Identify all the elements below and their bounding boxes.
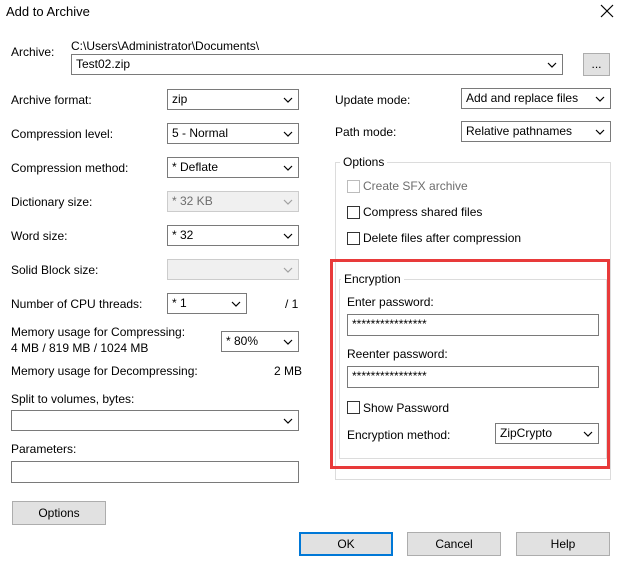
chevron-down-icon: [595, 129, 605, 135]
dictionary-size-select: * 32 KB: [167, 191, 299, 212]
chevron-down-icon: [283, 131, 293, 137]
chevron-down-icon: [283, 97, 293, 103]
options-button[interactable]: Options: [12, 501, 106, 525]
chevron-down-icon: [547, 62, 557, 68]
compress-shared-checkbox[interactable]: [347, 206, 360, 219]
update-mode-label: Update mode:: [335, 93, 411, 107]
options-group-title: Options: [340, 155, 388, 169]
close-icon: [600, 4, 614, 18]
cpu-threads-select[interactable]: * 1: [167, 293, 247, 314]
compression-method-select[interactable]: * Deflate: [167, 157, 299, 178]
delete-after-label[interactable]: Delete files after compression: [363, 231, 521, 245]
memory-compress-select[interactable]: * 80%: [221, 331, 299, 352]
split-volumes-combo[interactable]: [11, 410, 299, 431]
ok-button[interactable]: OK: [299, 532, 393, 556]
archive-path: C:\Users\Administrator\Documents\: [71, 39, 260, 53]
solid-block-size-label: Solid Block size:: [11, 263, 99, 277]
browse-button[interactable]: ...: [583, 53, 610, 76]
memory-decompress-label: Memory usage for Decompressing:: [11, 364, 198, 378]
chevron-down-icon: [283, 418, 293, 424]
compression-level-value: 5 - Normal: [172, 126, 229, 140]
memory-compress-values: 4 MB / 819 MB / 1024 MB: [11, 341, 149, 355]
parameters-input[interactable]: [11, 461, 299, 483]
create-sfx-checkbox: [347, 180, 360, 193]
archive-label: Archive:: [11, 45, 55, 59]
create-sfx-label: Create SFX archive: [363, 179, 468, 193]
archive-filename-value: Test02.zip: [76, 57, 131, 71]
cancel-button[interactable]: Cancel: [407, 532, 501, 556]
chevron-down-icon: [283, 165, 293, 171]
archive-format-label: Archive format:: [11, 93, 92, 107]
memory-decompress-value: 2 MB: [274, 364, 303, 378]
chevron-down-icon: [231, 301, 241, 307]
encryption-highlight-box: [330, 259, 610, 469]
cpu-threads-max: / 1: [285, 297, 299, 311]
delete-after-checkbox[interactable]: [347, 232, 360, 245]
path-mode-select[interactable]: Relative pathnames: [461, 121, 611, 142]
dictionary-size-value: * 32 KB: [172, 194, 213, 208]
chevron-down-icon: [283, 339, 293, 345]
word-size-select[interactable]: * 32: [167, 225, 299, 246]
help-button[interactable]: Help: [516, 532, 610, 556]
memory-compress-label: Memory usage for Compressing:: [11, 325, 186, 339]
word-size-label: Word size:: [11, 229, 68, 243]
chevron-down-icon: [283, 199, 293, 205]
cpu-threads-label: Number of CPU threads:: [11, 297, 143, 311]
compression-level-select[interactable]: 5 - Normal: [167, 123, 299, 144]
compression-method-value: * Deflate: [172, 160, 219, 174]
archive-filename-combo[interactable]: Test02.zip: [71, 54, 563, 75]
word-size-value: * 32: [172, 228, 194, 242]
compression-method-label: Compression method:: [11, 161, 129, 175]
chevron-down-icon: [595, 96, 605, 102]
dictionary-size-label: Dictionary size:: [11, 195, 93, 209]
split-volumes-label: Split to volumes, bytes:: [11, 392, 135, 406]
solid-block-size-select: [167, 259, 299, 280]
memory-compress-value: * 80%: [226, 334, 259, 348]
archive-format-select[interactable]: zip: [167, 89, 299, 110]
chevron-down-icon: [283, 233, 293, 239]
update-mode-select[interactable]: Add and replace files: [461, 88, 611, 109]
window-title: Add to Archive: [6, 4, 90, 19]
update-mode-value: Add and replace files: [466, 91, 579, 105]
chevron-down-icon: [283, 267, 293, 273]
close-button[interactable]: [598, 3, 616, 21]
archive-format-value: zip: [172, 92, 188, 106]
cpu-threads-value: * 1: [172, 296, 187, 310]
path-mode-label: Path mode:: [335, 125, 397, 139]
path-mode-value: Relative pathnames: [466, 124, 573, 138]
compression-level-label: Compression level:: [11, 127, 114, 141]
parameters-label: Parameters:: [11, 442, 77, 456]
compress-shared-label[interactable]: Compress shared files: [363, 205, 482, 219]
